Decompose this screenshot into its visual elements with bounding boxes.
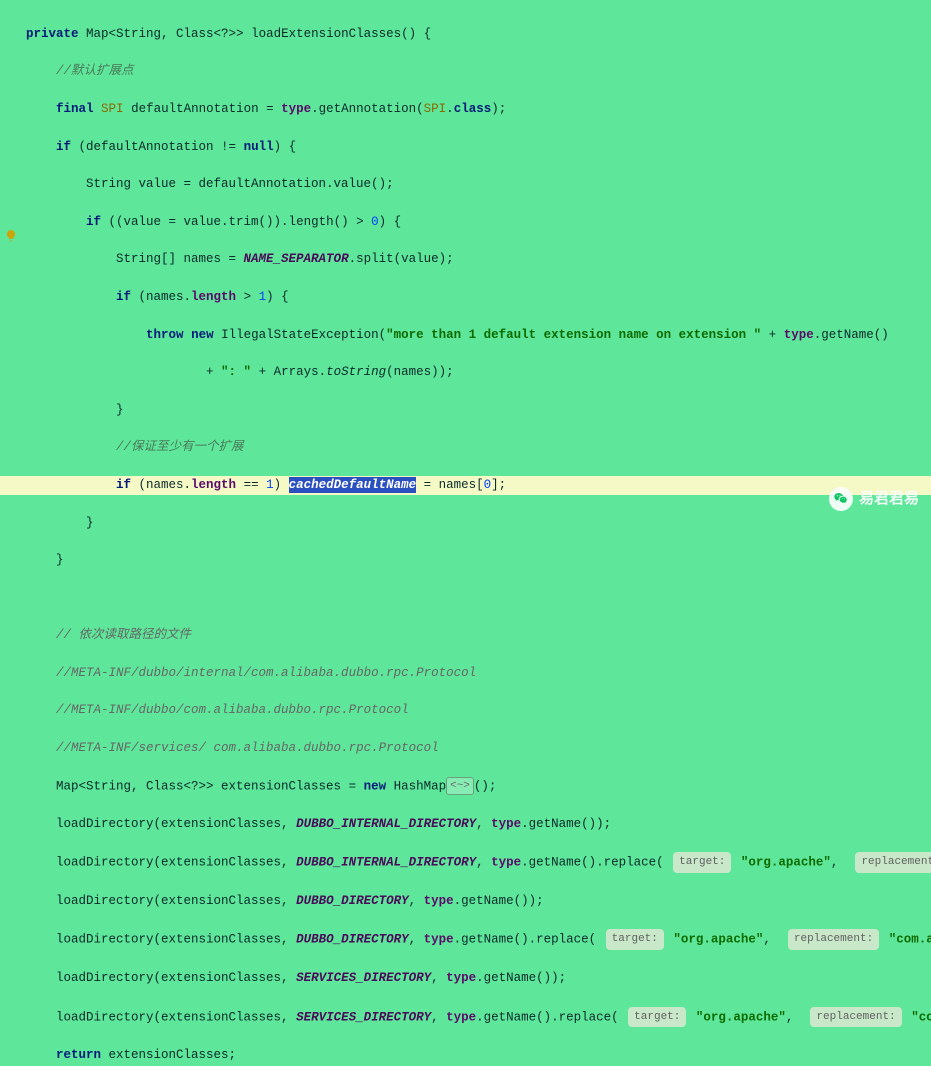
code-line: if ((value = value.trim()).length() > 0)…	[22, 213, 931, 232]
code-line: loadDirectory(extensionClasses, DUBBO_DI…	[22, 929, 931, 950]
param-hint: target:	[628, 1007, 686, 1028]
code-line: //保证至少有一个扩展	[22, 438, 931, 457]
lightbulb-icon[interactable]	[4, 229, 18, 243]
code-editor[interactable]: private Map<String, Class<?>> loadExtens…	[22, 0, 931, 533]
code-line: final SPI defaultAnnotation = type.getAn…	[22, 100, 931, 119]
code-line: }	[22, 514, 931, 533]
code-line: loadDirectory(extensionClasses, SERVICES…	[22, 1007, 931, 1028]
code-line: if (defaultAnnotation != null) {	[22, 138, 931, 157]
code-line: loadDirectory(extensionClasses, DUBBO_DI…	[22, 892, 931, 911]
code-line: }	[22, 401, 931, 420]
code-line: //META-INF/dubbo/com.alibaba.dubbo.rpc.P…	[22, 701, 931, 720]
editor-gutter	[0, 0, 22, 533]
code-line: }	[22, 551, 931, 570]
code-line: loadDirectory(extensionClasses, SERVICES…	[22, 969, 931, 988]
code-line: + ": " + Arrays.toString(names));	[22, 363, 931, 382]
param-hint: replacement:	[810, 1007, 901, 1028]
code-line: Map<String, Class<?>> extensionClasses =…	[22, 777, 931, 796]
code-line: String[] names = NAME_SEPARATOR.split(va…	[22, 250, 931, 269]
param-hint: replacement:	[788, 929, 879, 950]
watermark-text: 易君君易	[859, 490, 919, 509]
selected-identifier: cachedDefaultName	[289, 477, 417, 493]
code-line: //META-INF/services/ com.alibaba.dubbo.r…	[22, 739, 931, 758]
highlighted-line: if (names.length == 1) cachedDefaultName…	[0, 476, 931, 495]
param-hint: replacement:	[855, 852, 931, 873]
code-line: String value = defaultAnnotation.value()…	[22, 175, 931, 194]
code-line	[22, 589, 931, 608]
watermark: 易君君易	[829, 487, 919, 511]
diamond-hint: <~>	[446, 777, 474, 795]
code-line: throw new IllegalStateException("more th…	[22, 326, 931, 345]
code-line: loadDirectory(extensionClasses, DUBBO_IN…	[22, 852, 931, 873]
code-line: private Map<String, Class<?>> loadExtens…	[22, 25, 931, 44]
code-line: loadDirectory(extensionClasses, DUBBO_IN…	[22, 815, 931, 834]
wechat-icon	[829, 487, 853, 511]
code-line: // 依次读取路径的文件	[22, 626, 931, 645]
code-line: //META-INF/dubbo/internal/com.alibaba.du…	[22, 664, 931, 683]
code-line: if (names.length > 1) {	[22, 288, 931, 307]
code-line: return extensionClasses;	[22, 1046, 931, 1065]
param-hint: target:	[673, 852, 731, 873]
param-hint: target:	[606, 929, 664, 950]
code-line: //默认扩展点	[22, 62, 931, 81]
